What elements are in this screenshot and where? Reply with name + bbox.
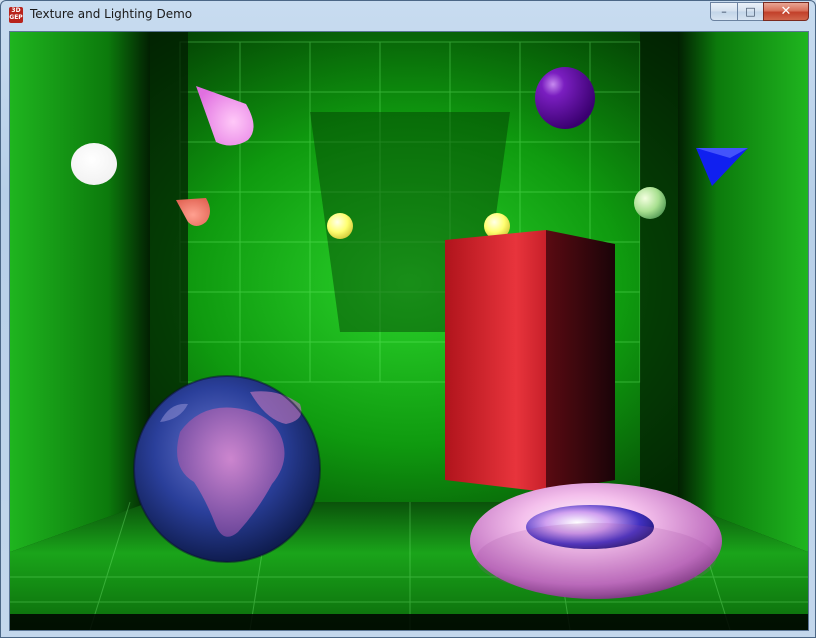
red-box-side: [546, 230, 615, 492]
purple-sphere: [535, 67, 595, 129]
maximize-icon: □: [745, 5, 756, 18]
window-title: Texture and Lighting Demo: [30, 7, 193, 21]
caption-buttons: – □ ✕: [710, 2, 809, 21]
close-button[interactable]: ✕: [763, 2, 809, 21]
close-icon: ✕: [780, 4, 792, 19]
yellow-sphere-left: [327, 213, 353, 239]
room-left-wall: [10, 32, 150, 552]
white-sphere: [71, 143, 117, 185]
app-window: 3D GEP Texture and Lighting Demo – □ ✕: [0, 0, 816, 638]
right-wall-gap: [640, 32, 678, 502]
3d-scene: [10, 32, 808, 630]
room-right-wall: [678, 32, 808, 552]
earth-sphere: [133, 375, 321, 563]
minimize-icon: –: [721, 5, 727, 18]
red-box-front: [445, 230, 546, 492]
render-viewport[interactable]: [9, 31, 809, 631]
app-icon[interactable]: 3D GEP: [9, 7, 23, 23]
floor-edge: [10, 614, 808, 630]
pink-torus: [470, 483, 722, 599]
title-bar[interactable]: 3D GEP Texture and Lighting Demo – □ ✕: [1, 1, 815, 29]
green-sphere: [634, 187, 666, 219]
minimize-button[interactable]: –: [710, 2, 737, 21]
maximize-button[interactable]: □: [737, 2, 763, 21]
